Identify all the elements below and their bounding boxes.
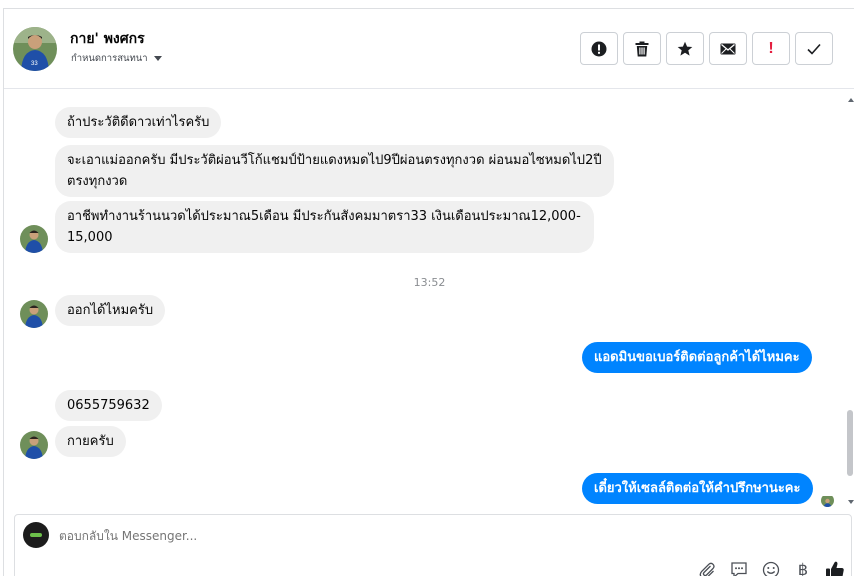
trash-icon (635, 41, 649, 56)
message-bubble-incoming[interactable]: จะเอาแม่ออกครับ มีประวัติผ่อนวีโก้แชมป์ป… (55, 145, 614, 197)
message-bubble-incoming[interactable]: อาชีพทำงานร้านนวดได้ประมาณ5เดือน มีประกั… (55, 201, 594, 253)
thumbs-up-icon (826, 561, 844, 576)
contact-avatar-small (20, 431, 48, 459)
contact-name[interactable]: กาย' พงศกร (70, 28, 145, 50)
message-text: ถ้าประวัติดีดาวเท่าไรครับ (67, 115, 210, 130)
paperclip-icon (699, 562, 715, 576)
checkmark-icon (807, 43, 821, 55)
speech-bubble-icon (731, 562, 747, 576)
star-icon (677, 41, 693, 56)
header-actions: ! (580, 32, 833, 65)
mark-important-button[interactable]: ! (752, 32, 790, 65)
assign-conversation-label: กำหนดการสนทนา (71, 53, 148, 64)
message-bubble-incoming[interactable]: 0655759632 (55, 390, 162, 421)
message-text: 0655759632 (67, 398, 150, 413)
caret-down-icon (153, 56, 162, 61)
scrollbar-thumb[interactable] (847, 410, 853, 476)
conversation-header: 33 กาย' พงศกร กำหนดการสนทนา ! (4, 9, 854, 89)
message-bubble-incoming[interactable]: ออกได้ไหมครับ (55, 295, 166, 326)
svg-text:33: 33 (31, 61, 38, 67)
reply-composer: ฿ (14, 514, 852, 576)
mark-done-button[interactable] (795, 32, 833, 65)
conversation-panel: 33 กาย' พงศกร กำหนดการสนทนา ! ถ้าประวัติ… (3, 8, 854, 576)
page-logo-icon (30, 533, 42, 537)
attach-button[interactable] (695, 559, 719, 576)
message-text: แอดมินขอเบอร์ติดต่อลูกค้าได้ไหมคะ (594, 350, 800, 365)
composer-tools: ฿ (695, 559, 847, 576)
contact-avatar-small (20, 300, 48, 328)
envelope-icon (720, 43, 736, 54)
payment-button[interactable]: ฿ (791, 559, 815, 576)
message-text: อาชีพทำงานร้านนวดได้ประมาณ5เดือน มีประกั… (67, 209, 581, 245)
message-bubble-incoming[interactable]: ถ้าประวัติดีดาวเท่าไรครับ (55, 107, 222, 138)
emoji-button[interactable] (759, 559, 783, 576)
message-timestamp: 13:52 (413, 276, 446, 289)
star-button[interactable] (666, 32, 704, 65)
saved-replies-button[interactable] (727, 559, 751, 576)
like-button[interactable] (823, 559, 847, 576)
exclamation-icon: ! (768, 39, 774, 57)
page-avatar (23, 522, 49, 548)
message-text: เดี๋ยวให้เซลล์ติดต่อให้คำปรึกษานะคะ (594, 481, 801, 496)
delete-button[interactable] (623, 32, 661, 65)
message-bubble-incoming[interactable]: กายครับ (55, 426, 126, 457)
contact-avatar[interactable]: 33 (13, 27, 57, 71)
reply-input[interactable] (59, 529, 659, 543)
message-text: จะเอาแม่ออกครับ มีประวัติผ่อนวีโก้แชมป์ป… (67, 153, 602, 189)
contact-avatar-small (20, 225, 48, 253)
mark-unread-button[interactable] (709, 32, 747, 65)
baht-icon: ฿ (797, 562, 809, 576)
scroll-up-arrow-icon[interactable] (848, 98, 854, 102)
message-scrollbar[interactable] (846, 90, 854, 512)
message-bubble-outgoing[interactable]: แอดมินขอเบอร์ติดต่อลูกค้าได้ไหมคะ (582, 342, 812, 373)
message-bubble-outgoing[interactable]: เดี๋ยวให้เซลล์ติดต่อให้คำปรึกษานะคะ (582, 473, 813, 504)
mark-spam-button[interactable] (580, 32, 618, 65)
message-list[interactable]: ถ้าประวัติดีดาวเท่าไรครับ จะเอาแม่ออกครั… (4, 90, 854, 512)
scroll-down-arrow-icon[interactable] (848, 500, 854, 504)
alert-circle-icon (591, 41, 607, 56)
message-text: กายครับ (67, 434, 114, 449)
smiley-icon (762, 561, 780, 576)
seen-avatar (821, 494, 834, 507)
message-text: ออกได้ไหมครับ (67, 303, 154, 318)
assign-conversation-dropdown[interactable]: กำหนดการสนทนา (71, 51, 162, 66)
